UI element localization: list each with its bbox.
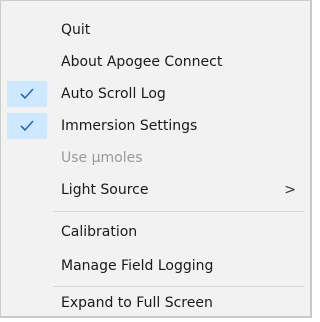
menu-item-immersion-settings[interactable]: Immersion Settings xyxy=(1,110,310,142)
menu-item-use-umoles: Use µmoles xyxy=(1,142,310,174)
menu-item-label: Expand to Full Screen xyxy=(61,295,213,311)
menu-item-auto-scroll-log[interactable]: Auto Scroll Log xyxy=(1,78,310,110)
menu-separator xyxy=(53,286,304,287)
check-highlight xyxy=(7,113,47,139)
checkmark-icon xyxy=(20,88,34,100)
menu-item-about[interactable]: About Apogee Connect xyxy=(1,46,310,78)
menu-item-expand-full-screen[interactable]: Expand to Full Screen xyxy=(1,291,310,317)
menu-item-label: Manage Field Logging xyxy=(61,258,214,274)
menu-item-label: Use µmoles xyxy=(61,150,143,166)
menu-item-label: About Apogee Connect xyxy=(61,54,223,70)
menu-separator xyxy=(53,211,304,212)
menu-item-label: Immersion Settings xyxy=(61,118,198,134)
chevron-right-icon: > xyxy=(284,182,296,198)
menu-item-quit[interactable]: Quit xyxy=(1,14,310,46)
menu-item-calibration[interactable]: Calibration xyxy=(1,216,310,248)
menu-item-label: Calibration xyxy=(61,224,138,240)
checkmark-icon xyxy=(20,120,34,132)
menu-item-label: Quit xyxy=(61,22,91,38)
menu-item-label: Auto Scroll Log xyxy=(61,86,166,102)
menu-item-light-source[interactable]: Light Source > xyxy=(1,174,310,206)
context-menu: Quit About Apogee Connect Auto Scroll Lo… xyxy=(0,0,312,318)
menu-item-manage-field-logging[interactable]: Manage Field Logging xyxy=(1,250,310,282)
check-highlight xyxy=(7,81,47,107)
menu-item-label: Light Source xyxy=(61,182,149,198)
